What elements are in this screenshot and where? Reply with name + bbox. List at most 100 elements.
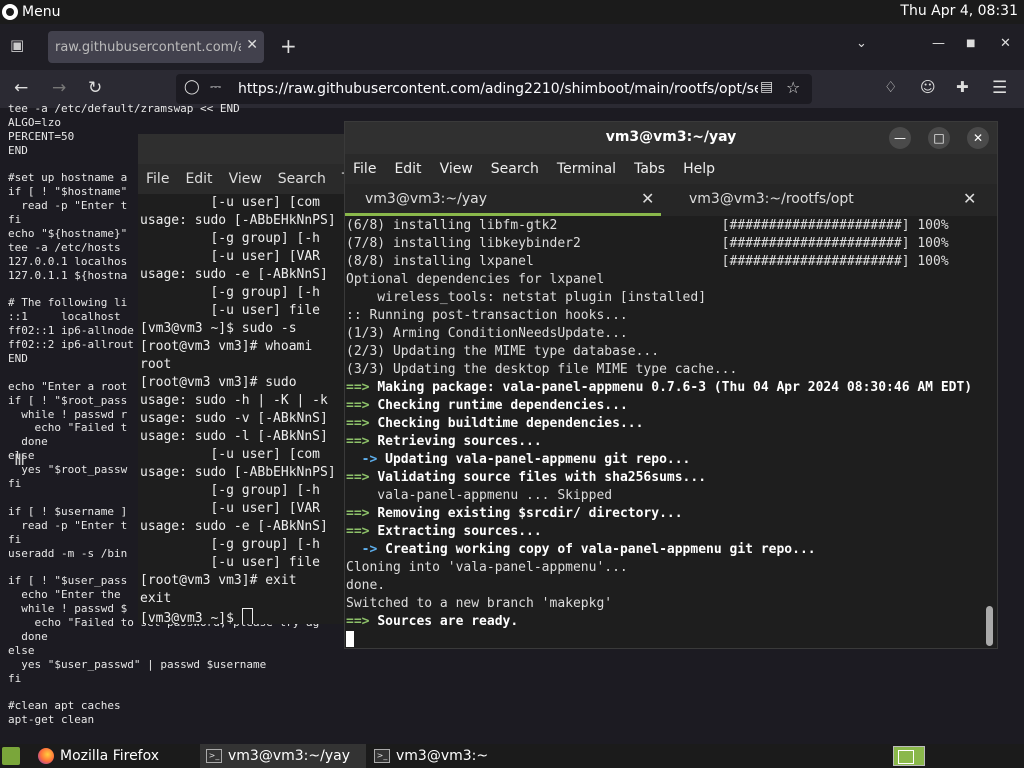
arrow-marker: ==> bbox=[346, 398, 378, 413]
terminal-tab-label: vm3@vm3:~/yay bbox=[365, 191, 487, 207]
terminal-icon: >_ bbox=[206, 749, 222, 763]
terminal-text: Cloning into 'vala-panel-appmenu'... bbox=[346, 560, 628, 575]
terminal-line: Cloning into 'vala-panel-appmenu'... bbox=[346, 559, 986, 577]
workspace-pager[interactable] bbox=[893, 746, 925, 766]
minimize-icon[interactable]: — bbox=[932, 36, 945, 51]
task-terminal-home[interactable]: >_ vm3@vm3:~ bbox=[368, 744, 534, 768]
pocket-icon[interactable]: ♢ bbox=[884, 78, 897, 96]
terminal-output[interactable]: (6/8) installing libfm-gtk2 [###########… bbox=[346, 217, 986, 648]
firefox-view-icon[interactable]: ▣ bbox=[10, 36, 30, 56]
terminal-window-front[interactable]: vm3@vm3:~/yay — □ ✕ File Edit View Search Te… bbox=[344, 121, 998, 649]
terminal-text: (7/8) installing libkeybinder2 [########… bbox=[346, 236, 949, 251]
firefox-icon bbox=[38, 748, 54, 764]
minimize-icon[interactable]: — bbox=[889, 127, 911, 149]
browser-tab[interactable]: raw.githubusercontent.com/adi ✕ bbox=[48, 31, 264, 63]
terminal-tab-yay[interactable]: vm3@vm3:~/yay ✕ bbox=[345, 184, 661, 216]
task-label: vm3@vm3:~/yay bbox=[228, 748, 350, 764]
bookmark-star-icon[interactable]: ☆ bbox=[786, 78, 800, 97]
terminal-text: Switched to a new branch 'makepkg' bbox=[346, 596, 613, 611]
terminal-line: Switched to a new branch 'makepkg' bbox=[346, 595, 986, 613]
menu-item[interactable]: View bbox=[229, 171, 262, 187]
terminal-titlebar[interactable]: vm3@vm3:~/yay — □ ✕ bbox=[345, 122, 997, 154]
reader-view-icon[interactable]: ▤ bbox=[760, 79, 773, 95]
shield-icon[interactable]: ◯ bbox=[184, 79, 200, 95]
back-icon[interactable]: ← bbox=[14, 78, 28, 98]
new-tab-icon[interactable]: + bbox=[280, 34, 297, 58]
extensions-icon[interactable]: ✚ bbox=[956, 78, 969, 96]
page-line: fi bbox=[8, 671, 22, 685]
close-icon[interactable]: ✕ bbox=[1000, 36, 1011, 51]
arrow-marker: ==> bbox=[346, 380, 378, 395]
terminal-line: ==> Sources are ready. bbox=[346, 613, 986, 631]
terminal-back-menubar: FileEditViewSearchTer bbox=[138, 164, 358, 194]
terminal-line: [-u user] [com bbox=[140, 447, 321, 462]
terminal-icon: >_ bbox=[374, 749, 390, 763]
menu-item[interactable]: Help bbox=[683, 161, 715, 177]
terminal-back-titlebar[interactable] bbox=[138, 134, 358, 164]
top-panel: Menu Thu Apr 4, 08:31 bbox=[0, 0, 1024, 24]
arrow-marker: ==> bbox=[346, 416, 378, 431]
arrow-marker: ==> bbox=[346, 524, 378, 539]
page-line: done bbox=[8, 629, 48, 643]
close-icon[interactable]: ✕ bbox=[967, 127, 989, 149]
terminal-line: [-u user] [VAR bbox=[140, 249, 321, 264]
terminal-menubar: File Edit View Search Terminal Tabs Help bbox=[345, 154, 997, 184]
menu-item[interactable]: Edit bbox=[185, 171, 212, 187]
menu-item[interactable]: File bbox=[146, 171, 169, 187]
terminal-tab-label: vm3@vm3:~/rootfs/opt bbox=[689, 191, 854, 207]
terminal-text: Optional dependencies for lxpanel bbox=[346, 272, 605, 287]
terminal-cursor-line bbox=[346, 631, 986, 648]
menu-item[interactable]: Terminal bbox=[557, 161, 616, 177]
menu-item[interactable]: Search bbox=[278, 171, 326, 187]
page-line: else bbox=[8, 643, 35, 657]
terminal-back-output[interactable]: [-u user] [com usage: sudo [-ABbEHkNnPS] … bbox=[140, 194, 336, 624]
tab-close-icon[interactable]: ✕ bbox=[963, 189, 976, 208]
terminal-line: wireless_tools: netstat plugin [installe… bbox=[346, 289, 986, 307]
terminal-line: [-g group] [-h bbox=[140, 285, 321, 300]
task-label: vm3@vm3:~ bbox=[396, 748, 489, 764]
terminal-scrollbar[interactable] bbox=[986, 606, 993, 646]
reload-icon[interactable]: ↻ bbox=[88, 78, 102, 98]
url-text[interactable]: https://raw.githubusercontent.com/ading2… bbox=[238, 81, 758, 97]
terminal-text-bold: Sources are ready. bbox=[377, 614, 519, 629]
url-bar[interactable]: ◯ ⎓ https://raw.githubusercontent.com/ad… bbox=[176, 74, 812, 104]
terminal-line: ==> Making package: vala-panel-appmenu 0… bbox=[346, 379, 986, 397]
account-icon[interactable]: ☺ bbox=[920, 78, 936, 96]
forward-icon[interactable]: → bbox=[52, 78, 66, 98]
app-menu-icon[interactable] bbox=[2, 747, 20, 765]
terminal-line: :: Running post-transaction hooks... bbox=[346, 307, 986, 325]
tab-close-icon[interactable]: ✕ bbox=[246, 37, 258, 53]
terminal-text: vala-panel-appmenu ... Skipped bbox=[346, 488, 613, 503]
chevron-down-icon[interactable]: ⌄ bbox=[856, 36, 867, 51]
terminal-tab-rootfs[interactable]: vm3@vm3:~/rootfs/opt ✕ bbox=[671, 184, 987, 216]
menu-item[interactable]: View bbox=[440, 161, 473, 177]
lock-icon[interactable]: ⎓ bbox=[210, 79, 221, 95]
menu-item[interactable]: Tabs bbox=[634, 161, 665, 177]
text-cursor-icon: Ⅲ bbox=[14, 450, 26, 469]
terminal-text: :: Running post-transaction hooks... bbox=[346, 308, 628, 323]
page-line bbox=[8, 685, 319, 699]
hamburger-menu-icon[interactable]: ☰ bbox=[992, 78, 1007, 98]
tab-close-icon[interactable]: ✕ bbox=[641, 189, 654, 208]
terminal-line: (8/8) installing lxpanel [##############… bbox=[346, 253, 986, 271]
terminal-line: (3/3) Updating the desktop file MIME typ… bbox=[346, 361, 986, 379]
task-firefox[interactable]: Mozilla Firefox bbox=[32, 744, 198, 768]
terminal-text: (6/8) installing libfm-gtk2 [###########… bbox=[346, 218, 949, 233]
menu-item[interactable]: File bbox=[353, 161, 376, 177]
menu-button[interactable]: Menu bbox=[2, 2, 60, 22]
terminal-line: usage: sudo [-ABbEHkNnPS] bbox=[140, 465, 336, 480]
menu-label: Menu bbox=[22, 4, 61, 20]
menu-item[interactable]: Edit bbox=[394, 161, 421, 177]
menu-item[interactable]: Search bbox=[491, 161, 539, 177]
terminal-cursor bbox=[241, 608, 253, 624]
clock[interactable]: Thu Apr 4, 08:31 bbox=[900, 3, 1018, 19]
task-terminal-yay[interactable]: >_ vm3@vm3:~/yay bbox=[200, 744, 366, 768]
maximize-icon[interactable]: □ bbox=[928, 127, 950, 149]
terminal-line: usage: sudo -e [-ABkNnS] bbox=[140, 519, 328, 534]
terminal-tabs: vm3@vm3:~/yay ✕ vm3@vm3:~/rootfs/opt ✕ bbox=[345, 184, 997, 216]
terminal-text-bold: Removing existing $srcdir/ directory... bbox=[377, 506, 683, 521]
terminal-line: (2/3) Updating the MIME type database... bbox=[346, 343, 986, 361]
maximize-icon[interactable]: ■ bbox=[966, 38, 975, 49]
terminal-line: usage: sudo [-ABbEHkNnPS] bbox=[140, 213, 336, 228]
terminal-window-back[interactable]: FileEditViewSearchTer [-u user] [comusag… bbox=[138, 134, 358, 624]
